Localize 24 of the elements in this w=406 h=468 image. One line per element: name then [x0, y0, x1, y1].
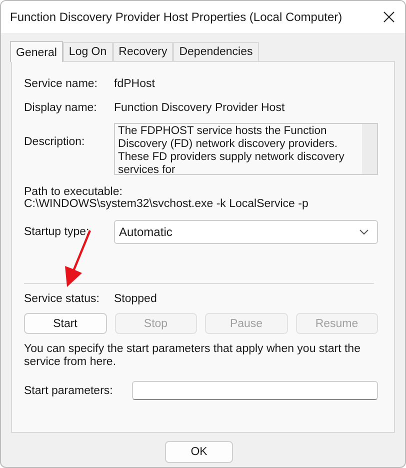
- service-name-value: fdPHost: [114, 78, 155, 90]
- tab[interactable]: Recovery: [112, 42, 174, 61]
- tab[interactable]: General: [10, 41, 63, 62]
- field-label: Service status:: [24, 293, 100, 305]
- dialog-button[interactable]: OK: [165, 441, 233, 463]
- service-button[interactable]: Start: [24, 313, 106, 334]
- start-parameters-field[interactable]: [132, 381, 378, 400]
- window-title: Function Discovery Provider Host Properties (Local Computer): [10, 10, 342, 24]
- field-label: Path to executable:: [24, 186, 124, 198]
- field-label: Display name:: [24, 102, 98, 114]
- field-label: Start parameters:: [24, 384, 114, 396]
- tab[interactable]: Log On: [62, 42, 113, 61]
- tab[interactable]: Dependencies: [173, 42, 259, 61]
- description-box[interactable]: The FDPHOST service hosts the Function Discovery (FD) network discovery providers. These FD providers supply network discovery services for: [114, 123, 378, 175]
- display-name-value: Function Discovery Provider Host: [114, 102, 285, 114]
- service-status-value: Stopped: [114, 293, 157, 305]
- field-label: Startup type:: [24, 226, 90, 238]
- field-label: Service name:: [24, 78, 99, 90]
- hint-text: You can specify the start parameters that apply when you start the service from here.: [24, 343, 362, 369]
- field-label: Description:: [24, 136, 86, 148]
- startup-type-dropdown[interactable]: Automatic: [114, 220, 378, 244]
- close-icon[interactable]: [383, 11, 395, 23]
- path-value: C:\WINDOWS\system32\svchost.exe -k LocalService -p: [24, 198, 310, 210]
- chevron-icon: [359, 229, 369, 235]
